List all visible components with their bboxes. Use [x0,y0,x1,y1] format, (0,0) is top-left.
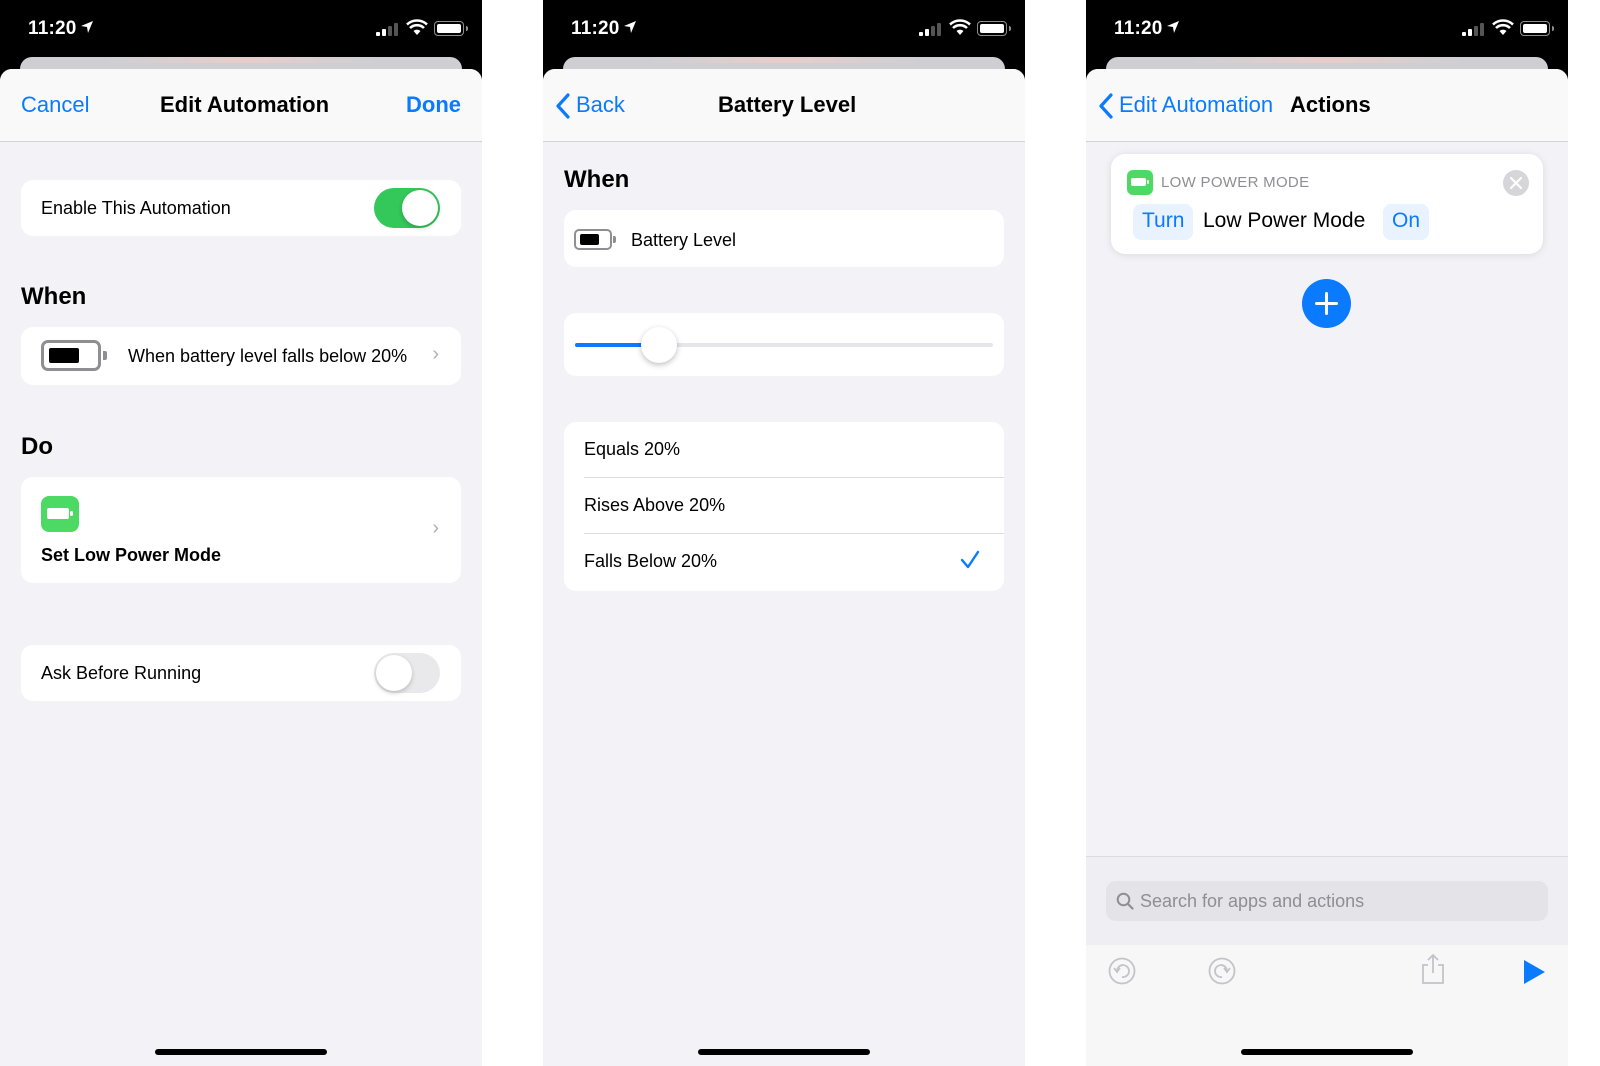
location-arrow-icon [624,21,636,33]
page-title: Actions [1290,92,1371,117]
status-time: 11:20 [571,18,620,39]
cellular-signal-icon [919,22,941,36]
wifi-icon [406,19,428,35]
cellular-signal-icon [376,22,398,36]
ask-before-running-row: Ask Before Running [21,645,461,701]
slider-card [564,313,1004,376]
back-button[interactable]: Back [576,92,625,118]
trigger-row[interactable]: When battery level falls below 20% › [21,327,461,385]
close-icon [1510,177,1522,189]
home-indicator [155,1049,327,1055]
redo-icon[interactable] [1208,957,1236,985]
when-heading: When [21,283,87,310]
option-label: Rises Above 20% [584,495,726,515]
enable-automation-row: Enable This Automation [21,180,461,236]
chevron-left-icon[interactable] [1098,93,1114,119]
enable-automation-toggle[interactable] [374,188,440,228]
location-arrow-icon [81,21,93,33]
battery-level-label: Battery Level [631,230,737,250]
option-equals[interactable]: Equals 20% [564,422,1004,478]
location-arrow-icon [1167,21,1179,33]
enable-automation-label: Enable This Automation [41,198,231,218]
do-heading: Do [21,433,53,460]
condition-options-list: Equals 20% Rises Above 20% Falls Below 2… [564,422,1004,591]
phone-screen-edit-automation: 11:20 Cancel Edit Automation Done Enable… [0,0,482,1066]
status-bar: 11:20 [543,0,1025,58]
checkmark-icon [960,550,980,569]
action-search-panel [1086,856,1568,1066]
battery-level-slider[interactable] [575,327,993,363]
search-icon [1116,892,1134,910]
status-battery-icon [977,21,1011,36]
status-bar: 11:20 [1086,0,1568,58]
action-label: Set Low Power Mode [41,545,222,565]
search-box[interactable] [1106,881,1548,921]
action-verb-token[interactable]: Turn [1133,204,1194,240]
wifi-icon [949,19,971,35]
phone-screen-actions: 11:20 Edit Automation Actions LOW POWER … [1086,0,1568,1066]
wifi-icon [1492,19,1514,35]
home-indicator [698,1049,870,1055]
play-icon[interactable] [1522,959,1546,985]
slider-thumb[interactable] [641,327,677,363]
action-row[interactable]: Set Low Power Mode › [21,477,461,583]
option-label: Falls Below 20% [584,551,718,571]
ask-before-running-label: Ask Before Running [41,663,202,683]
when-heading: When [564,166,630,193]
option-label: Equals 20% [584,439,681,459]
back-button[interactable]: Edit Automation [1119,92,1273,118]
status-time: 11:20 [28,18,77,39]
add-action-button[interactable] [1302,279,1351,328]
status-time: 11:20 [1114,18,1163,39]
navigation-bar: Back Battery Level [543,69,1025,142]
low-power-mode-app-icon [41,496,79,532]
chevron-right-icon: › [432,517,439,539]
page-title: Battery Level [718,92,857,117]
sheet: Cancel Edit Automation Done Enable This … [0,69,482,1066]
option-falls-below[interactable]: Falls Below 20% [564,534,1004,590]
status-battery-icon [434,21,468,36]
cellular-signal-icon [1462,22,1484,36]
option-rises-above[interactable]: Rises Above 20% [564,478,1004,534]
action-header: LOW POWER MODE [1161,174,1310,191]
home-indicator [1241,1049,1413,1055]
cancel-button[interactable]: Cancel [21,92,89,118]
remove-action-button[interactable] [1503,170,1529,196]
search-input[interactable] [1140,881,1538,921]
share-icon[interactable] [1420,953,1446,985]
chevron-right-icon: › [432,343,439,365]
low-power-mode-app-icon [1127,170,1153,195]
navigation-bar: Edit Automation Actions [1086,69,1568,142]
page-title: Edit Automation [160,92,330,117]
sheet: Back Battery Level When Battery Level Eq… [543,69,1025,1066]
action-state-token[interactable]: On [1383,204,1430,240]
battery-level-icon [574,229,616,250]
navigation-bar: Cancel Edit Automation Done [0,69,482,142]
done-button[interactable]: Done [406,92,461,118]
sheet: Edit Automation Actions LOW POWER MODE T… [1086,69,1568,1066]
undo-icon[interactable] [1108,957,1136,985]
ask-before-running-toggle[interactable] [374,653,440,693]
status-bar: 11:20 [0,0,482,58]
action-card[interactable]: LOW POWER MODE Turn Low Power Mode On [1111,154,1543,254]
status-battery-icon [1520,21,1554,36]
trigger-text: When battery level falls below 20% [128,346,408,366]
chevron-left-icon[interactable] [555,93,571,119]
phone-screen-battery-level: 11:20 Back Battery Level When Battery Le… [543,0,1025,1066]
action-object-text: Low Power Mode [1203,209,1366,232]
search-area [1086,857,1568,945]
battery-level-row: Battery Level [564,210,1004,267]
battery-level-icon [41,340,107,371]
